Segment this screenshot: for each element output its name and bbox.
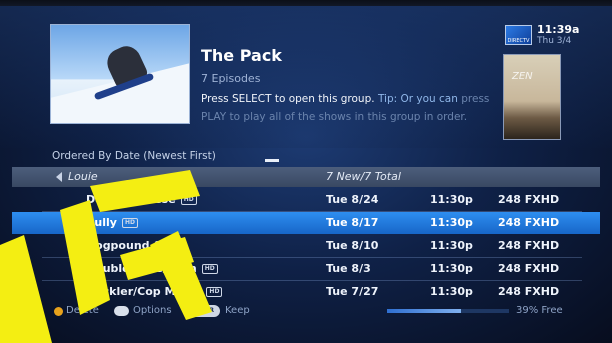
channel: 248 FXHD bbox=[498, 193, 560, 206]
air-date: Tue 8/17 bbox=[326, 216, 379, 229]
list-item[interactable]: Dentist/Tarese HD Tue 8/24 11:30p 248 FXH… bbox=[12, 189, 600, 211]
storage-free-label: 39% Free bbox=[516, 305, 563, 316]
list-item[interactable]: Dogpound HD Tue 8/10 11:30p 248 FXHD bbox=[12, 235, 600, 257]
footer-bar: Delete Options ENTER Keep 39% Free bbox=[0, 301, 612, 321]
dvr-screen: The Pack 7 Episodes Press SELECT to open… bbox=[0, 0, 612, 343]
episode-title: Double Date/Mom HD bbox=[86, 262, 218, 275]
group-total: 7 New/7 Total bbox=[326, 170, 401, 183]
logo-text: DIRECTV bbox=[507, 38, 530, 44]
enter-button-icon[interactable]: ENTER bbox=[186, 305, 220, 317]
show-poster: ZEN bbox=[503, 54, 561, 140]
hd-badge-icon: HD bbox=[206, 287, 223, 297]
channel: 248 FXHD bbox=[498, 262, 560, 275]
options-label: Options bbox=[133, 305, 172, 316]
episode-thumbnail bbox=[50, 24, 190, 124]
hd-badge-icon: HD bbox=[180, 195, 197, 205]
episode-count: 7 Episodes bbox=[201, 72, 261, 85]
list-item[interactable]: Bully HD Tue 8/17 11:30p 248 FXHD bbox=[12, 212, 600, 234]
episode-title: Dentist/Tarese HD bbox=[86, 193, 197, 206]
air-time: 11:30p bbox=[430, 239, 473, 252]
air-time: 11:30p bbox=[430, 262, 473, 275]
hd-badge-icon: HD bbox=[201, 264, 218, 274]
clock-date: Thu 3/4 bbox=[537, 36, 572, 46]
channel: 248 FXHD bbox=[498, 285, 560, 298]
clock-time: 11:39a bbox=[537, 23, 580, 36]
storage-bar bbox=[387, 309, 509, 313]
delete-button-icon[interactable] bbox=[54, 307, 63, 316]
group-title: The Pack bbox=[201, 46, 282, 65]
list-item[interactable]: Double Date/Mom HD Tue 8/3 11:30p 248 FXH… bbox=[12, 258, 600, 280]
storage-used-fill bbox=[387, 309, 462, 313]
hd-badge-icon: HD bbox=[121, 218, 138, 228]
air-time: 11:30p bbox=[430, 285, 473, 298]
channel: 248 FXHD bbox=[498, 216, 560, 229]
episode-title: Dogpound HD bbox=[86, 239, 171, 252]
hd-badge-icon: HD bbox=[154, 241, 171, 251]
air-date: Tue 8/3 bbox=[326, 262, 371, 275]
group-header-row[interactable]: Louie 7 New/7 Total bbox=[12, 167, 600, 187]
episode-title: Bully HD bbox=[86, 216, 138, 229]
keep-label: Keep bbox=[225, 305, 250, 316]
sort-order-label: Ordered By Date (Newest First) bbox=[52, 150, 216, 162]
channel: 248 FXHD bbox=[498, 239, 560, 252]
desc-tip: Tip: Or you can bbox=[377, 93, 458, 105]
group-description: Press SELECT to open this group. Tip: Or… bbox=[201, 90, 501, 126]
back-arrow-icon bbox=[56, 172, 62, 182]
desc-fade-2: in order. bbox=[423, 111, 468, 123]
delete-label: Delete bbox=[66, 305, 99, 316]
sort-indicator bbox=[265, 159, 279, 162]
poster-text: ZEN bbox=[512, 71, 533, 82]
air-date: Tue 8/10 bbox=[326, 239, 379, 252]
directv-logo-icon: DIRECTV bbox=[505, 25, 532, 45]
group-name: Louie bbox=[68, 170, 98, 183]
options-button-icon[interactable] bbox=[114, 306, 129, 316]
episode-title: Heckler/Cop Movie HD bbox=[86, 285, 223, 298]
air-date: Tue 8/24 bbox=[326, 193, 379, 206]
air-date: Tue 7/27 bbox=[326, 285, 379, 298]
list-item[interactable]: Heckler/Cop Movie HD Tue 7/27 11:30p 248 … bbox=[12, 281, 600, 303]
air-time: 11:30p bbox=[430, 216, 473, 229]
desc-main: Press SELECT to open this group. bbox=[201, 93, 375, 105]
header-panel: The Pack 7 Episodes Press SELECT to open… bbox=[0, 6, 612, 148]
air-time: 11:30p bbox=[430, 193, 473, 206]
